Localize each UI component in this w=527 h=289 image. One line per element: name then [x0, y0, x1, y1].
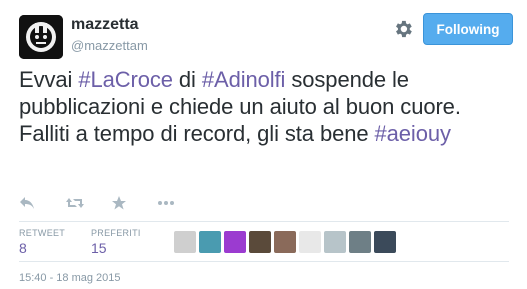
gear-icon[interactable]: [392, 18, 414, 40]
favoriter-avatar[interactable]: [199, 231, 221, 253]
favorite-count: 15: [91, 240, 107, 256]
star-icon[interactable]: [111, 194, 157, 212]
retweet-icon[interactable]: [65, 194, 111, 212]
reply-icon[interactable]: [19, 194, 65, 212]
retweet-stat[interactable]: RETWEET 8: [19, 228, 65, 256]
favoriter-avatar[interactable]: [274, 231, 296, 253]
tweet-text: Evvai #LaCroce di #Adinolfi sospende le …: [19, 66, 514, 147]
tweet-timestamp[interactable]: 15:40 - 18 mag 2015: [19, 272, 121, 284]
avatar[interactable]: [19, 15, 63, 59]
favoriter-avatar[interactable]: [174, 231, 196, 253]
hashtag-link[interactable]: #LaCroce: [78, 67, 173, 92]
favoriter-avatar[interactable]: [224, 231, 246, 253]
retweet-count: 8: [19, 240, 27, 256]
tweet-text-segment: di: [172, 67, 202, 92]
favoriter-avatar[interactable]: [324, 231, 346, 253]
favoriter-avatar[interactable]: [374, 231, 396, 253]
favorite-label: PREFERITI: [91, 228, 141, 238]
favoriter-avatar[interactable]: [249, 231, 271, 253]
author-handle[interactable]: @mazzettam: [71, 38, 148, 53]
retweet-label: RETWEET: [19, 228, 66, 238]
hashtag-link[interactable]: #Adinolfi: [202, 67, 286, 92]
following-button[interactable]: Following: [423, 13, 513, 45]
favoriter-avatar[interactable]: [349, 231, 371, 253]
hashtag-link[interactable]: #aeiouy: [375, 121, 451, 146]
favoriter-avatar[interactable]: [299, 231, 321, 253]
divider: [19, 261, 509, 262]
avatar-image: [19, 15, 63, 59]
favoriters-avatars: [174, 231, 396, 253]
more-icon[interactable]: [157, 194, 203, 212]
author-name[interactable]: mazzetta: [71, 16, 139, 34]
divider: [19, 221, 509, 222]
tweet-text-segment: Evvai: [19, 67, 79, 92]
tweet-actions: [19, 194, 203, 212]
favorite-stat[interactable]: PREFERITI 15: [91, 228, 141, 256]
